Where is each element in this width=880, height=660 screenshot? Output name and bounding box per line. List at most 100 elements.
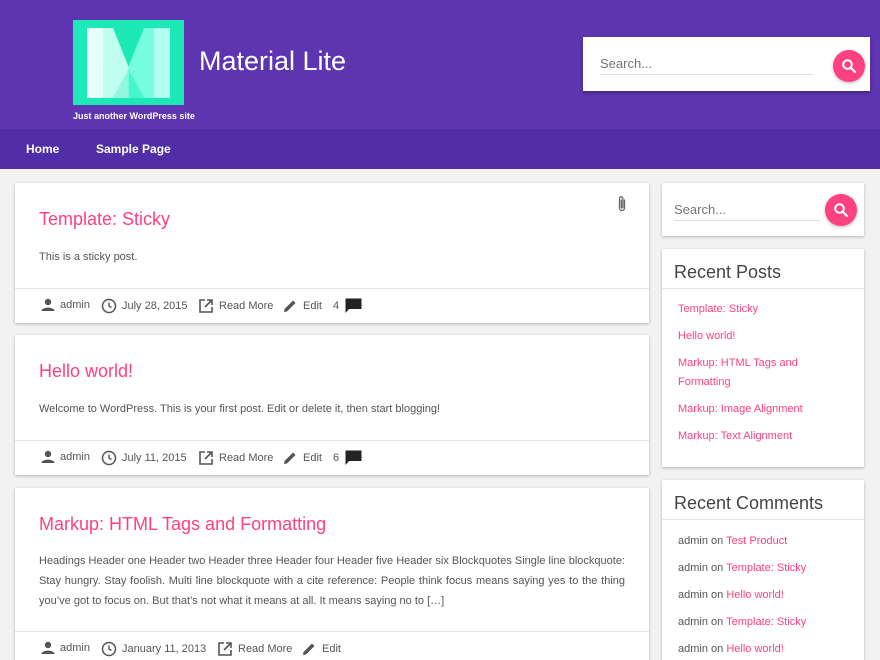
comment-connector: on: [711, 616, 724, 628]
paperclip-icon: [618, 196, 626, 212]
edit-link[interactable]: Edit: [282, 450, 322, 466]
post-author[interactable]: admin: [41, 298, 90, 312]
edit-label: Edit: [303, 300, 322, 312]
person-icon: [41, 641, 55, 654]
post-excerpt: Headings Header one Header two Header th…: [39, 555, 625, 607]
comment-connector: on: [711, 643, 724, 655]
comment-post-link[interactable]: Hello world!: [726, 589, 783, 601]
comment-post-link[interactable]: Template: Sticky: [726, 616, 806, 628]
post-date[interactable]: January 11, 2013: [101, 641, 206, 657]
recent-post-link[interactable]: Template: Sticky: [678, 300, 853, 319]
post-date-text: July 28, 2015: [122, 300, 188, 312]
post-author[interactable]: admin: [41, 450, 90, 464]
clock-icon: [101, 641, 117, 657]
search-icon: [834, 203, 849, 218]
header-search-button[interactable]: [833, 50, 865, 82]
pencil-icon: [284, 300, 296, 312]
header-search-input[interactable]: [600, 53, 813, 75]
read-more-label: Read More: [219, 300, 274, 312]
logo-m-mark: [73, 20, 184, 105]
comment-post-link[interactable]: Hello world!: [726, 643, 783, 655]
sidebar-search-widget: [662, 183, 864, 236]
site-logo[interactable]: [73, 20, 184, 105]
post-author[interactable]: admin: [41, 641, 90, 655]
read-more-link[interactable]: Read More: [217, 641, 292, 657]
person-icon: [41, 298, 55, 311]
post-excerpt: This is a sticky post.: [39, 251, 138, 263]
post-card: Hello world! Welcome to WordPress. This …: [15, 335, 649, 475]
person-icon: [41, 450, 55, 463]
post-date[interactable]: July 11, 2015: [101, 450, 187, 466]
edit-link[interactable]: Edit: [301, 641, 341, 657]
widget-title: Recent Comments: [674, 493, 824, 513]
comments-link[interactable]: 6: [333, 450, 367, 466]
recent-comment: admin on Test Product: [678, 535, 787, 547]
main-nav: Home Sample Page: [0, 129, 880, 169]
post-meta-bar: admin January 11, 2013 Read More Edit: [15, 631, 649, 660]
comment-author[interactable]: admin: [678, 562, 708, 574]
site-header: Just another WordPress site Material Lit…: [0, 0, 880, 129]
comment-connector: on: [711, 562, 724, 574]
read-more-label: Read More: [238, 643, 293, 655]
recent-post-link[interactable]: Hello world!: [678, 327, 853, 346]
recent-post-link[interactable]: Markup: HTML Tags and Formatting: [678, 354, 853, 392]
widget-divider: [662, 519, 864, 520]
post-meta-bar: admin July 28, 2015 Read More Edit 4: [15, 288, 649, 322]
widget-title: Recent Posts: [674, 262, 782, 282]
recent-post-link[interactable]: Markup: Image Alignment: [678, 400, 853, 419]
nav-item-home[interactable]: Home: [26, 142, 59, 156]
search-icon: [842, 59, 857, 74]
comment-count: 6: [333, 452, 340, 464]
read-more-link[interactable]: Read More: [198, 298, 273, 314]
recent-posts-widget: Recent Posts Template: Sticky Hello worl…: [662, 249, 864, 467]
comment-icon: [345, 450, 362, 465]
recent-comments-widget: Recent Comments admin on Test Product ad…: [662, 480, 864, 660]
post-card: Markup: HTML Tags and Formatting Heading…: [15, 488, 649, 660]
read-more-label: Read More: [219, 452, 274, 464]
post-date-text: July 11, 2015: [122, 452, 187, 464]
widget-divider: [662, 288, 864, 289]
sidebar-search-input[interactable]: [674, 199, 820, 221]
recent-comment: admin on Template: Sticky: [678, 616, 806, 628]
external-link-icon: [218, 642, 232, 656]
read-more-link[interactable]: Read More: [198, 450, 273, 466]
comment-author[interactable]: admin: [678, 643, 708, 655]
post-title[interactable]: Hello world!: [39, 361, 133, 382]
edit-link[interactable]: Edit: [282, 298, 322, 314]
recent-comment: admin on Hello world!: [678, 589, 784, 601]
comment-count: 4: [333, 300, 340, 312]
sidebar-search-button[interactable]: [825, 194, 857, 226]
comments-link[interactable]: 4: [333, 298, 367, 314]
post-title[interactable]: Markup: HTML Tags and Formatting: [39, 514, 326, 535]
clock-icon: [101, 298, 117, 314]
post-author-name: admin: [60, 451, 90, 463]
post-author-name: admin: [60, 642, 90, 654]
external-link-icon: [199, 451, 213, 465]
comment-author[interactable]: admin: [678, 589, 708, 601]
post-meta-bar: admin July 11, 2015 Read More Edit 6: [15, 440, 649, 474]
comment-author[interactable]: admin: [678, 616, 708, 628]
header-search-box: [583, 37, 870, 91]
recent-comment: admin on Template: Sticky: [678, 562, 806, 574]
post-title[interactable]: Template: Sticky: [39, 209, 170, 230]
post-date-text: January 11, 2013: [122, 643, 207, 655]
post-excerpt: Welcome to WordPress. This is your first…: [39, 403, 441, 415]
recent-post-link[interactable]: Markup: Text Alignment: [678, 427, 853, 446]
comment-connector: on: [711, 589, 724, 601]
clock-icon: [101, 450, 117, 466]
comment-post-link[interactable]: Template: Sticky: [726, 562, 806, 574]
comment-icon: [345, 298, 362, 313]
post-date[interactable]: July 28, 2015: [101, 298, 187, 314]
post-card: Template: Sticky This is a sticky post. …: [15, 183, 649, 323]
pencil-icon: [284, 452, 296, 464]
comment-connector: on: [711, 535, 724, 547]
site-tagline: Just another WordPress site: [73, 111, 195, 121]
comment-post-link[interactable]: Test Product: [726, 535, 787, 547]
external-link-icon: [199, 299, 213, 313]
site-title[interactable]: Material Lite: [199, 46, 346, 77]
pencil-icon: [303, 643, 315, 655]
comment-author[interactable]: admin: [678, 535, 708, 547]
nav-item-sample-page[interactable]: Sample Page: [96, 142, 171, 156]
recent-comment: admin on Hello world!: [678, 643, 784, 655]
edit-label: Edit: [322, 643, 341, 655]
